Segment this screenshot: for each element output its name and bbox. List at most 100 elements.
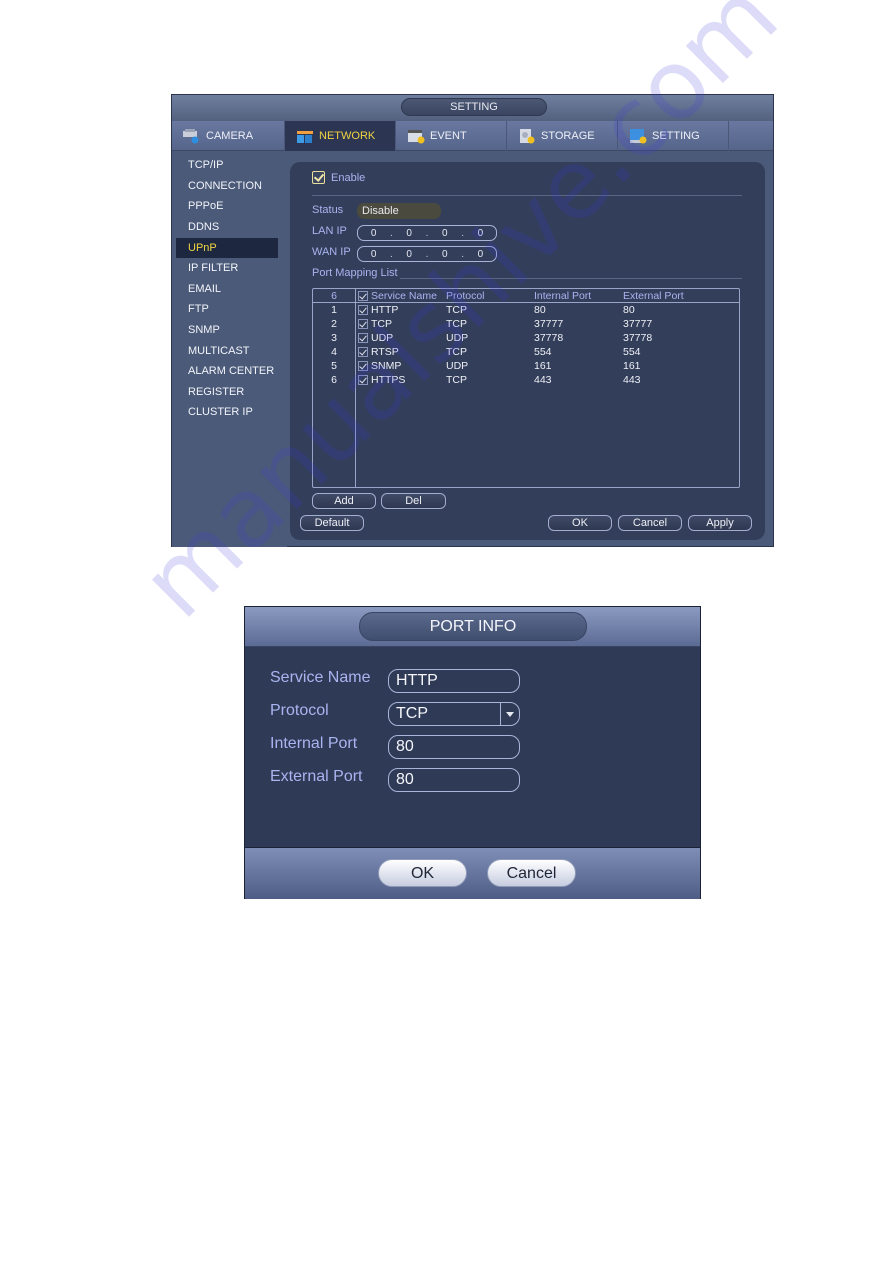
external-port-input[interactable]: 80 (388, 768, 520, 792)
row-checkbox[interactable] (358, 319, 368, 329)
internal-port-label: Internal Port (270, 735, 358, 752)
del-button[interactable]: Del (381, 493, 446, 509)
cell-protocol: UDP (446, 360, 469, 372)
default-button[interactable]: Default (300, 515, 364, 531)
ok-button[interactable]: OK (548, 515, 612, 531)
title-bar: SETTING (172, 95, 773, 121)
dialog-ok-button[interactable]: OK (378, 859, 467, 887)
table-row[interactable]: 4 RTSP TCP 554 554 (313, 345, 739, 359)
upnp-panel: Enable Status Disable LAN IP 0. 0. 0. 0 … (290, 162, 765, 540)
port-mapping-list-label: Port Mapping List (312, 267, 398, 279)
protocol-label: Protocol (270, 702, 329, 719)
cell-internal-port: 443 (534, 374, 552, 386)
sidebar-item-alarm-center[interactable]: ALARM CENTER (176, 361, 278, 381)
network-icon (295, 128, 315, 144)
status-label: Status (312, 204, 344, 216)
cell-internal-port: 161 (534, 360, 552, 372)
row-count: 6 (331, 290, 337, 302)
row-checkbox[interactable] (358, 375, 368, 385)
row-checkbox[interactable] (358, 333, 368, 343)
tab-event[interactable]: EVENT (396, 121, 507, 151)
service-name-input[interactable]: HTTP (388, 669, 520, 693)
wan-ip-input[interactable]: 0. 0. 0. 0 (357, 246, 497, 262)
sidebar-item-connection[interactable]: CONNECTION (176, 176, 278, 196)
tab-label: NETWORK (319, 130, 376, 142)
table-row[interactable]: 3 UDP UDP 37778 37778 (313, 331, 739, 345)
protocol-selected-value: TCP (396, 705, 428, 722)
column-header-protocol[interactable]: Protocol (446, 289, 485, 303)
sidebar-item-multicast[interactable]: MULTICAST (176, 341, 278, 361)
row-index: 2 (331, 318, 337, 330)
sidebar-item-cluster-ip[interactable]: CLUSTER IP (176, 402, 278, 422)
dialog-title-bar: PORT INFO (245, 607, 700, 647)
column-header-service-name[interactable]: Service Name (371, 289, 437, 303)
tab-bar: CAMERA NETWORK EVENT STORAGE SETTING (172, 121, 773, 151)
wan-ip-label: WAN IP (312, 246, 351, 258)
tab-camera[interactable]: CAMERA (172, 121, 285, 151)
sidebar-item-snmp[interactable]: SNMP (176, 320, 278, 340)
sidebar-item-email[interactable]: EMAIL (176, 279, 278, 299)
tab-storage[interactable]: STORAGE (507, 121, 618, 151)
select-all-checkbox[interactable] (358, 291, 368, 301)
table-row[interactable]: 1 HTTP TCP 80 80 (313, 303, 739, 317)
table-row[interactable]: 6 HTTPS TCP 443 443 (313, 373, 739, 387)
chevron-down-icon[interactable] (500, 703, 519, 725)
ip-octet: 0 (406, 248, 412, 260)
cell-protocol: TCP (446, 346, 467, 358)
monitor-settings-icon (628, 128, 648, 144)
cell-internal-port: 37777 (534, 318, 564, 330)
ip-octet: 0 (442, 248, 448, 260)
window-title: SETTING (401, 98, 547, 116)
ip-octet: 0 (406, 227, 412, 239)
sidebar-item-ftp[interactable]: FTP (176, 299, 278, 319)
tab-label: EVENT (430, 130, 467, 142)
sidebar-item-ddns[interactable]: DDNS (176, 217, 278, 237)
settings-window: SETTING CAMERA NETWORK EVENT STORAGE SET… (171, 94, 774, 547)
internal-port-input[interactable]: 80 (388, 735, 520, 759)
sidebar: TCP/IP CONNECTION PPPoE DDNS UPnP IP FIL… (172, 152, 287, 547)
row-index: 3 (331, 332, 337, 344)
status-value: Disable (357, 203, 441, 219)
lan-ip-input[interactable]: 0. 0. 0. 0 (357, 225, 497, 241)
enable-row: Enable (312, 171, 365, 184)
protocol-select[interactable]: TCP (388, 702, 520, 726)
port-info-dialog: PORT INFO Service Name HTTP Protocol TCP… (244, 606, 701, 899)
external-port-label: External Port (270, 768, 363, 785)
tab-network[interactable]: NETWORK (285, 121, 396, 151)
dialog-cancel-button[interactable]: Cancel (487, 859, 576, 887)
sidebar-item-ip-filter[interactable]: IP FILTER (176, 258, 278, 278)
add-button[interactable]: Add (312, 493, 376, 509)
table-row[interactable]: 5 SNMP UDP 161 161 (313, 359, 739, 373)
cell-service-name: RTSP (371, 346, 399, 358)
column-header-internal-port[interactable]: Internal Port (534, 289, 591, 303)
row-checkbox[interactable] (358, 361, 368, 371)
tab-label: STORAGE (541, 130, 595, 142)
apply-button[interactable]: Apply (688, 515, 752, 531)
row-index: 6 (331, 374, 337, 386)
ip-octet: 0 (442, 227, 448, 239)
row-checkbox[interactable] (358, 347, 368, 357)
sidebar-item-upnp[interactable]: UPnP (176, 238, 278, 258)
port-mapping-table: 6 Service Name Protocol Internal Port Ex… (312, 288, 740, 488)
cell-internal-port: 37778 (534, 332, 564, 344)
table-row[interactable]: 2 TCP TCP 37777 37777 (313, 317, 739, 331)
ip-octet: 0 (477, 227, 484, 239)
cell-external-port: 443 (623, 374, 641, 386)
cancel-button[interactable]: Cancel (618, 515, 682, 531)
lan-ip-label: LAN IP (312, 225, 347, 237)
row-checkbox[interactable] (358, 305, 368, 315)
row-index: 4 (331, 346, 337, 358)
tab-label: SETTING (652, 130, 700, 142)
sidebar-item-tcpip[interactable]: TCP/IP (176, 155, 278, 175)
dialog-footer: OK Cancel (245, 847, 700, 899)
column-header-external-port[interactable]: External Port (623, 289, 684, 303)
enable-checkbox[interactable] (312, 171, 325, 184)
dialog-title: PORT INFO (359, 612, 587, 641)
cell-external-port: 37778 (623, 332, 653, 344)
sidebar-item-register[interactable]: REGISTER (176, 382, 278, 402)
sidebar-item-pppoe[interactable]: PPPoE (176, 196, 278, 216)
cell-service-name: UDP (371, 332, 394, 344)
row-index: 5 (331, 360, 337, 372)
tab-setting[interactable]: SETTING (618, 121, 729, 151)
cell-service-name: TCP (371, 318, 392, 330)
